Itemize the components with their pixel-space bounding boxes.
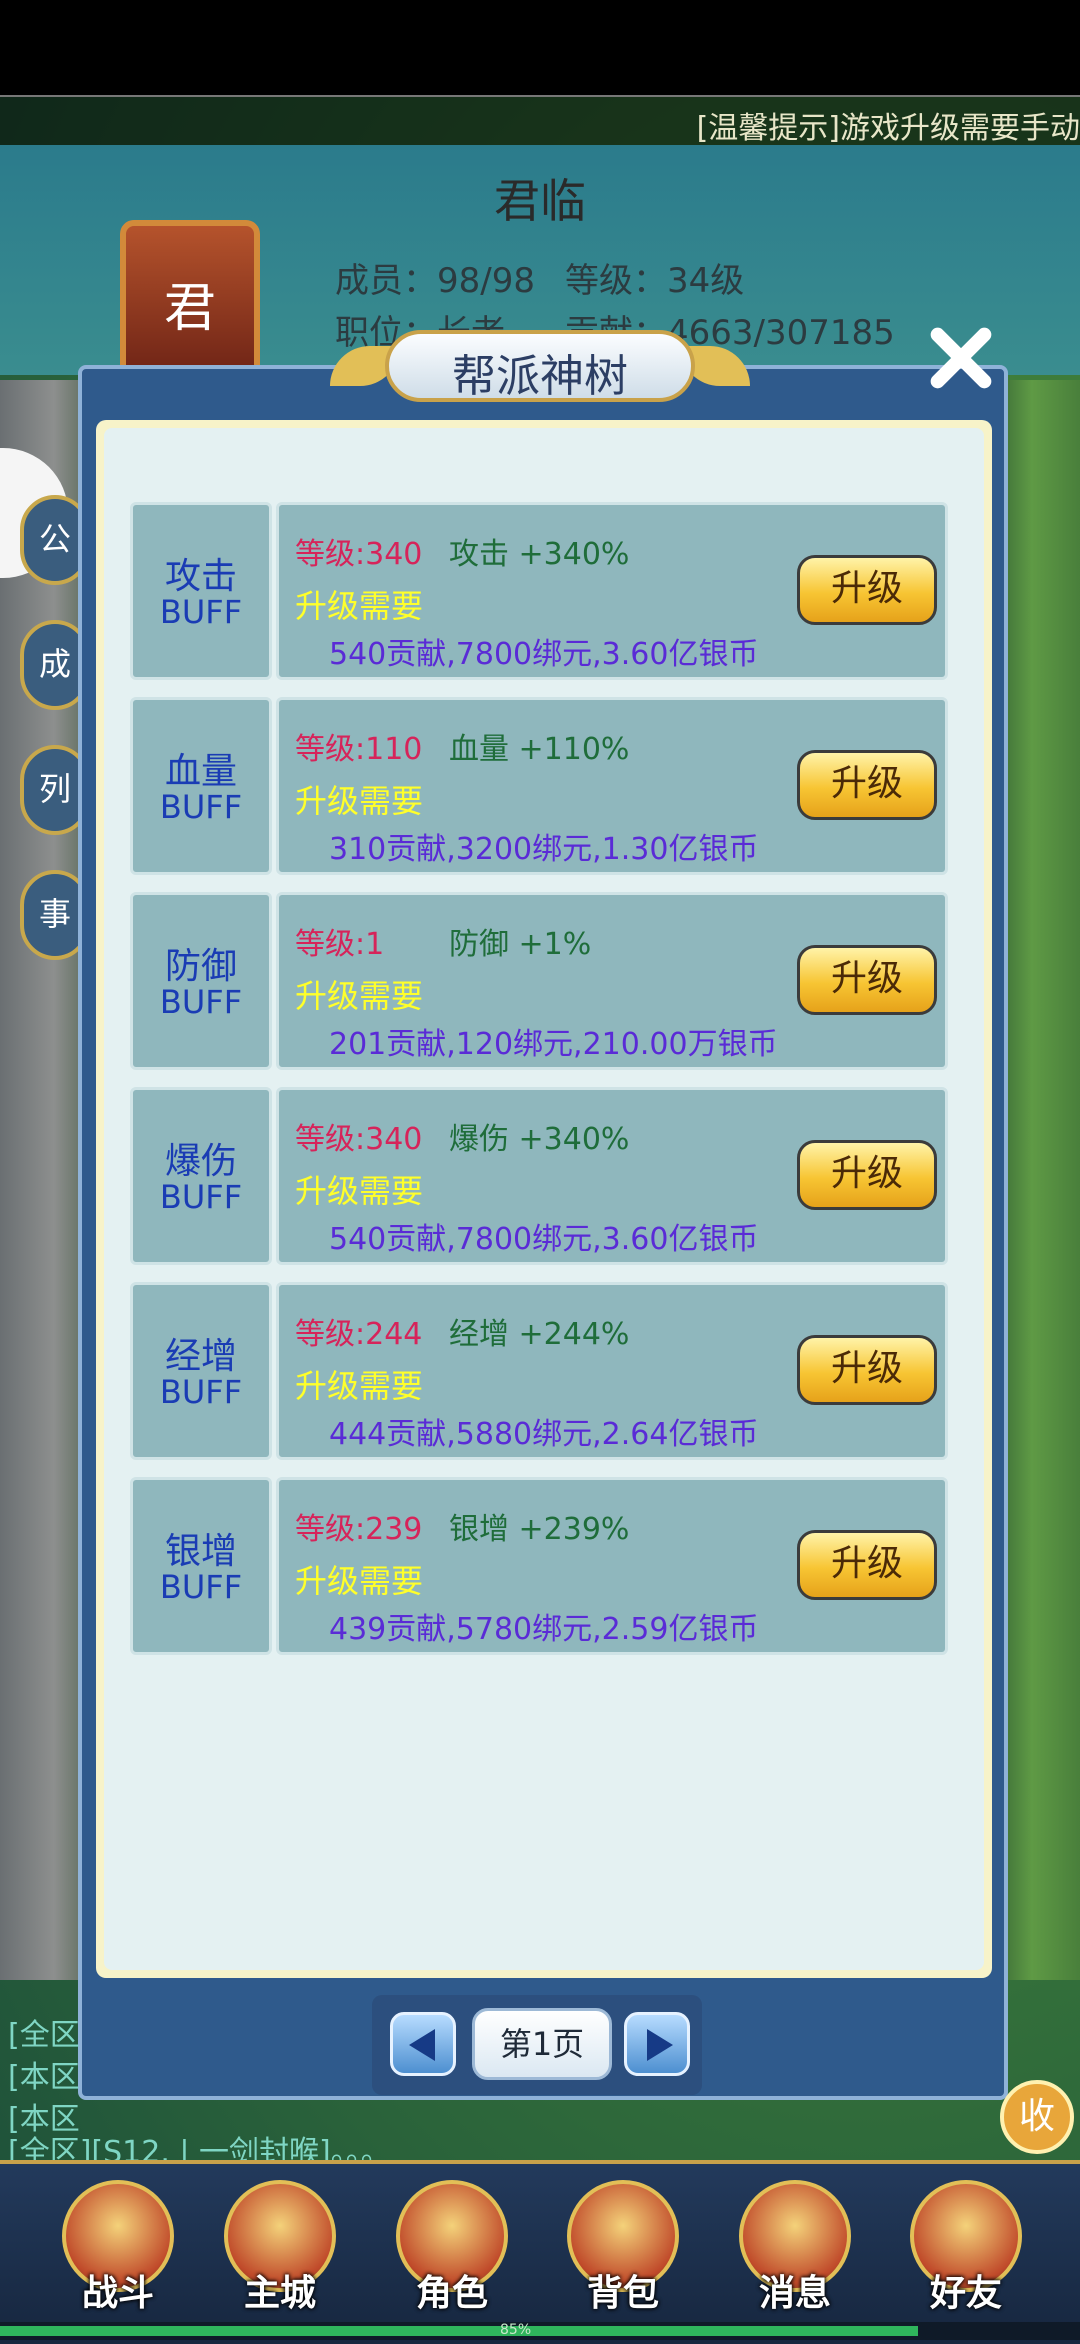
- nav-label: 战斗: [81, 2273, 154, 2314]
- buff-level: 等级:244: [295, 1317, 423, 1352]
- upgrade-requirement-label: 升级需要: [295, 782, 424, 820]
- upgrade-requirement-label: 升级需要: [295, 1562, 424, 1600]
- buff-row: 爆伤 BUFF 等级:340 爆伤 +340% 升级需要 540贡献,7800绑元,3.6…: [130, 1087, 948, 1265]
- nav-item[interactable]: 消息: [727, 2180, 863, 2316]
- buff-row: 银增 BUFF 等级:239 银增 +239% 升级需要 439贡献,5780绑元,2.5…: [130, 1477, 948, 1655]
- buff-name: 攻击: [164, 556, 237, 597]
- nav-label: 消息: [758, 2273, 831, 2314]
- buff-effect: 攻击 +340%: [449, 537, 630, 572]
- buff-label: 防御 BUFF: [130, 892, 272, 1070]
- arrow-right-icon: [647, 2029, 673, 2061]
- upgrade-button[interactable]: 升级: [797, 1530, 937, 1600]
- upgrade-requirement-label: 升级需要: [295, 587, 424, 625]
- buff-name: 爆伤: [164, 1141, 237, 1182]
- guild-emblem-icon: 君: [120, 220, 260, 380]
- nav-item[interactable]: 角色: [384, 2180, 520, 2316]
- buff-suffix: BUFF: [159, 593, 243, 631]
- buff-row: 血量 BUFF 等级:110 血量 +110% 升级需要 310贡献,3200绑元,1.3…: [130, 697, 948, 875]
- collapse-button[interactable]: 收: [1000, 2080, 1074, 2154]
- buff-effect: 爆伤 +340%: [449, 1122, 630, 1157]
- upgrade-cost: 439贡献,5780绑元,2.59亿银币: [329, 1612, 759, 1647]
- upgrade-cost: 444贡献,5880绑元,2.64亿银币: [329, 1417, 759, 1452]
- buff-info: 等级:239 银增 +239% 升级需要 439贡献,5780绑元,2.59亿银币 升级: [276, 1477, 948, 1655]
- buff-info: 等级:1 防御 +1% 升级需要 201贡献,120绑元,210.00万银币 升级: [276, 892, 948, 1070]
- buff-level: 等级:110: [295, 732, 423, 767]
- buff-name: 银增: [164, 1531, 237, 1572]
- guild-emblem-char: 君: [163, 279, 216, 339]
- upgrade-requirement-label: 升级需要: [295, 1172, 424, 1210]
- status-bar: [0, 0, 1080, 95]
- buff-effect: 防御 +1%: [449, 927, 592, 962]
- nav-item[interactable]: 主城: [212, 2180, 348, 2316]
- upgrade-cost: 201贡献,120绑元,210.00万银币: [329, 1027, 778, 1062]
- notice-text: [温馨提示]游戏升级需要手动: [696, 111, 1080, 146]
- guild-level: 等级：34级: [565, 261, 745, 301]
- buff-suffix: BUFF: [159, 1568, 243, 1606]
- buff-info: 等级:110 血量 +110% 升级需要 310贡献,3200绑元,1.30亿银币 升级: [276, 697, 948, 875]
- buff-label: 爆伤 BUFF: [130, 1087, 272, 1265]
- nav-label: 背包: [586, 2273, 659, 2314]
- dialog-title-plate: 帮派神树: [385, 330, 695, 402]
- buff-row: 防御 BUFF 等级:1 防御 +1% 升级需要 201贡献,120绑元,210.00万银…: [130, 892, 948, 1070]
- background-cliffs: [0, 380, 90, 1980]
- prev-page-button[interactable]: [390, 2012, 456, 2076]
- arrow-left-icon: [409, 2029, 435, 2061]
- nav-item[interactable]: 好友: [898, 2180, 1034, 2316]
- upgrade-cost: 310贡献,3200绑元,1.30亿银币: [329, 832, 759, 867]
- nav-label: 主城: [243, 2273, 316, 2314]
- buff-suffix: BUFF: [159, 983, 243, 1021]
- buff-info: 等级:244 经增 +244% 升级需要 444贡献,5880绑元,2.64亿银币 升级: [276, 1282, 948, 1460]
- buff-effect: 血量 +110%: [449, 732, 630, 767]
- buff-effect: 银增 +239%: [449, 1512, 630, 1547]
- buff-row: 经增 BUFF 等级:244 经增 +244% 升级需要 444贡献,5880绑元,2.6…: [130, 1282, 948, 1460]
- upgrade-button[interactable]: 升级: [797, 555, 937, 625]
- buff-level: 等级:1: [295, 927, 385, 962]
- buff-label: 经增 BUFF: [130, 1282, 272, 1460]
- page-indicator: 第1页: [472, 2008, 612, 2080]
- nav-label: 角色: [415, 2273, 488, 2314]
- buff-name: 防御: [164, 946, 237, 987]
- nav-label: 好友: [929, 2273, 1002, 2314]
- upgrade-button[interactable]: 升级: [797, 1335, 937, 1405]
- buff-name: 血量: [164, 751, 237, 792]
- buff-info: 等级:340 爆伤 +340% 升级需要 540贡献,7800绑元,3.60亿银币 升级: [276, 1087, 948, 1265]
- background-forest: [1000, 380, 1080, 1980]
- buff-row: 攻击 BUFF 等级:340 攻击 +340% 升级需要 540贡献,7800绑元,3.6…: [130, 502, 948, 680]
- buff-level: 等级:239: [295, 1512, 423, 1547]
- upgrade-button[interactable]: 升级: [797, 1140, 937, 1210]
- buff-suffix: BUFF: [159, 1373, 243, 1411]
- buff-level: 等级:340: [295, 1122, 423, 1157]
- upgrade-cost: 540贡献,7800绑元,3.60亿银币: [329, 637, 759, 672]
- upgrade-button[interactable]: 升级: [797, 945, 937, 1015]
- loading-progress: [0, 2326, 918, 2336]
- buff-label: 攻击 BUFF: [130, 502, 272, 680]
- close-icon[interactable]: [920, 318, 1000, 398]
- upgrade-cost: 540贡献,7800绑元,3.60亿银币: [329, 1222, 759, 1257]
- nav-item[interactable]: 背包: [555, 2180, 691, 2316]
- notice-ticker: [温馨提示]游戏升级需要手动: [0, 95, 1080, 147]
- guild-members: 成员：98/98: [335, 261, 535, 301]
- chat-line: [本区: [8, 2060, 80, 2095]
- buff-suffix: BUFF: [159, 788, 243, 826]
- buff-effect: 经增 +244%: [449, 1317, 630, 1352]
- dialog-title: 帮派神树: [452, 351, 628, 402]
- upgrade-requirement-label: 升级需要: [295, 1367, 424, 1405]
- buff-suffix: BUFF: [159, 1178, 243, 1216]
- next-page-button[interactable]: [624, 2012, 690, 2076]
- nav-item[interactable]: 战斗: [50, 2180, 186, 2316]
- upgrade-requirement-label: 升级需要: [295, 977, 424, 1015]
- buff-level: 等级:340: [295, 537, 423, 572]
- buff-name: 经增: [164, 1336, 237, 1377]
- chat-line: [全区: [8, 2018, 80, 2053]
- upgrade-button[interactable]: 升级: [797, 750, 937, 820]
- buff-label: 血量 BUFF: [130, 697, 272, 875]
- buff-info: 等级:340 攻击 +340% 升级需要 540贡献,7800绑元,3.60亿银币 升级: [276, 502, 948, 680]
- loading-percent: 85%: [500, 2322, 532, 2338]
- buff-label: 银增 BUFF: [130, 1477, 272, 1655]
